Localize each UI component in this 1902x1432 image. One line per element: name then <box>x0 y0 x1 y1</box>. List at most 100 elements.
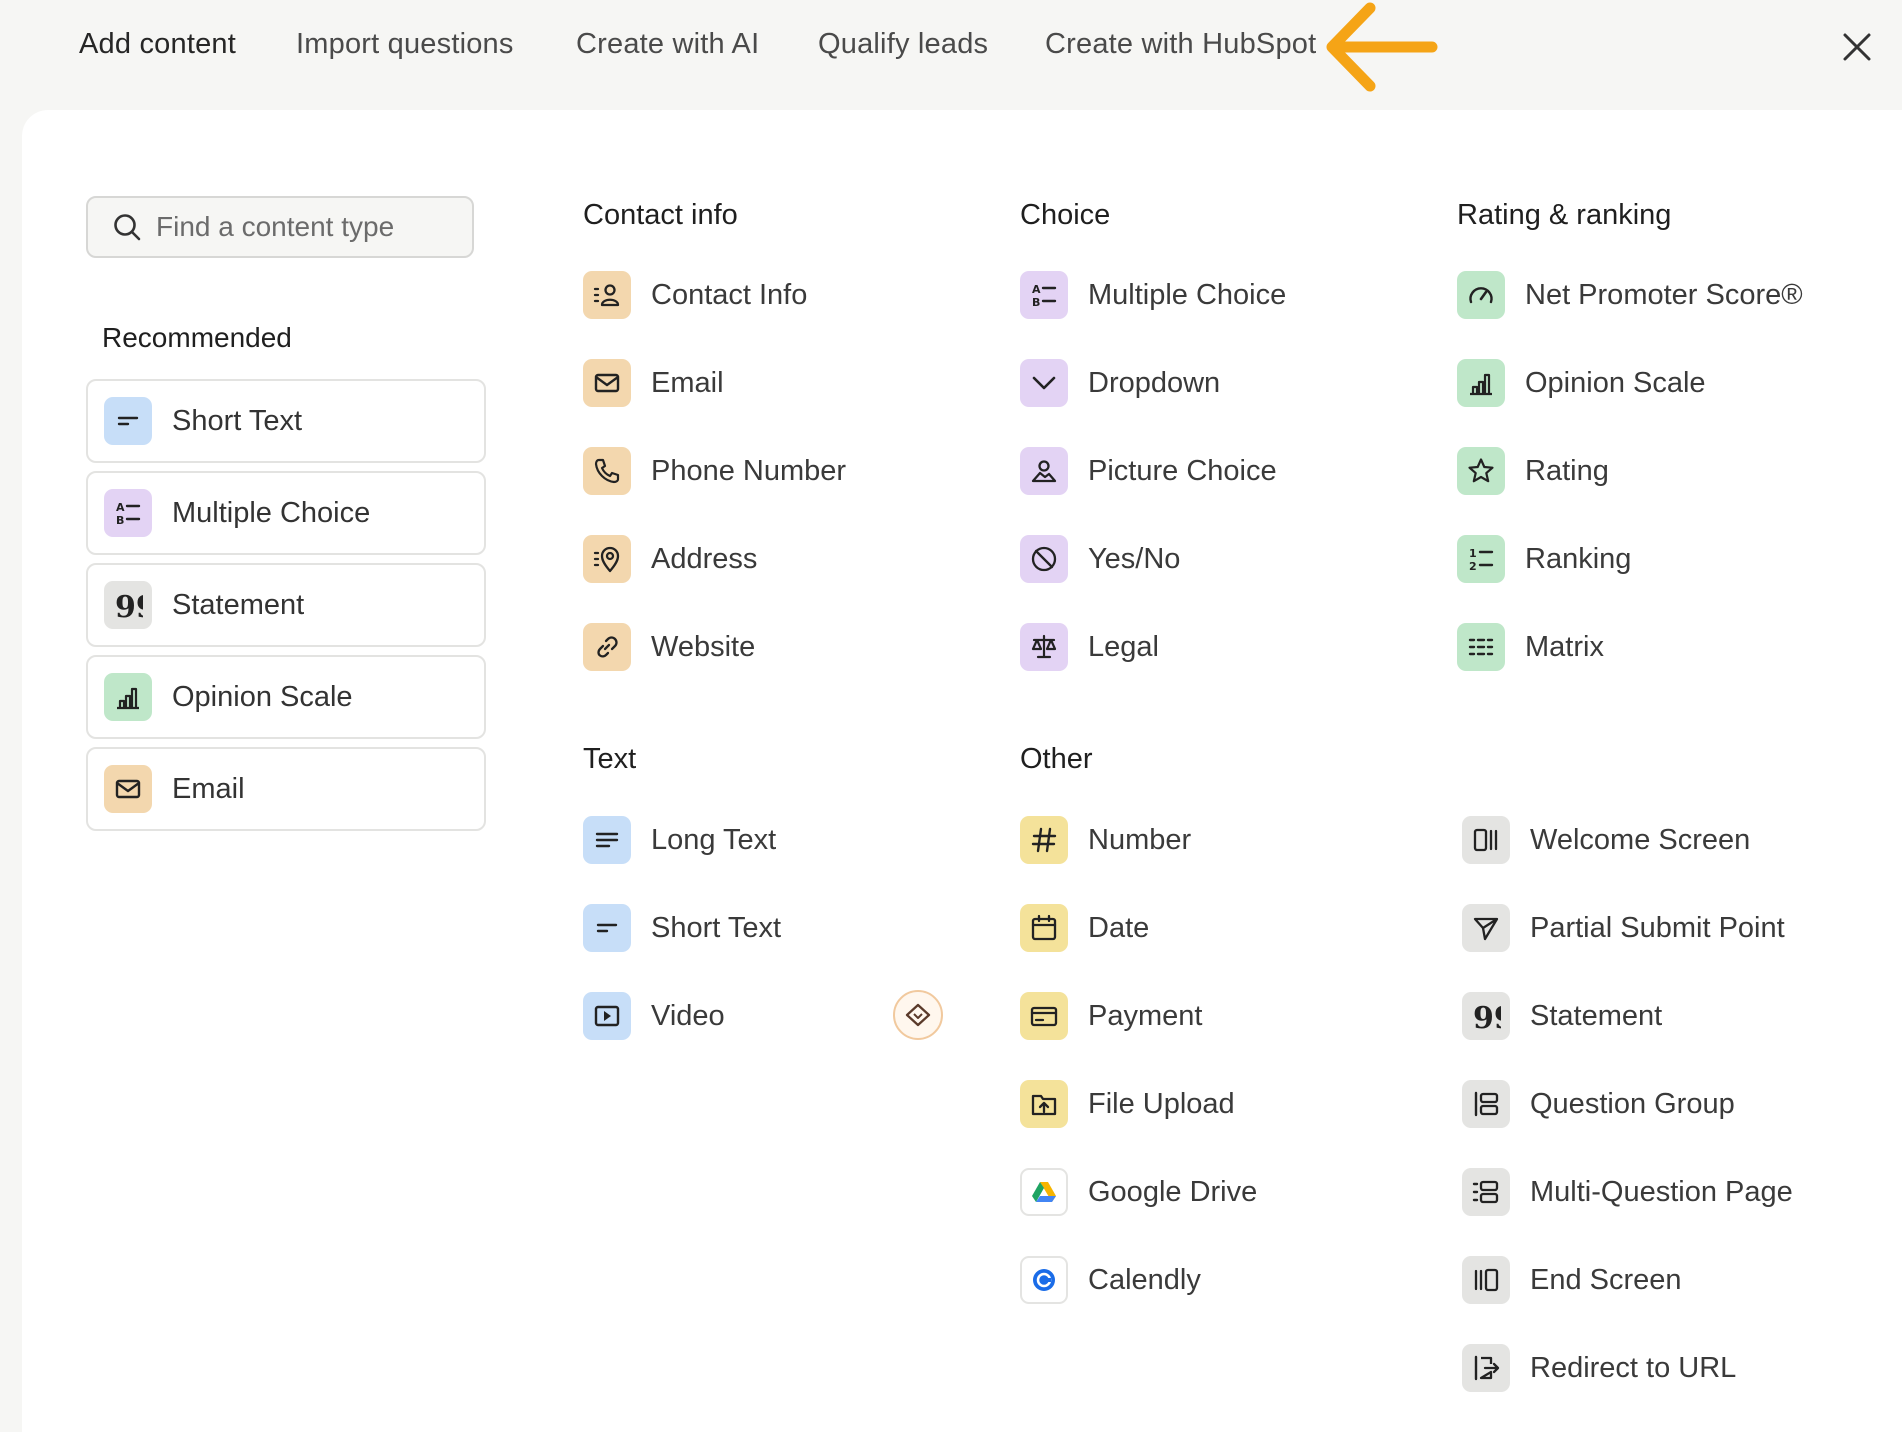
item-file-upload[interactable]: File Upload <box>1020 1079 1235 1129</box>
recommended-item-short-text[interactable]: Short Text <box>86 379 486 463</box>
tab-create-with-hubspot[interactable]: Create with HubSpot <box>1045 28 1316 61</box>
item-statement[interactable]: 99 Statement <box>1462 991 1662 1041</box>
item-email[interactable]: Email <box>583 358 724 408</box>
recommended-item-label: Email <box>172 772 245 805</box>
item-rating[interactable]: Rating <box>1457 446 1609 496</box>
send-icon <box>1462 904 1510 952</box>
star-icon <box>1457 447 1505 495</box>
item-short-text[interactable]: Short Text <box>583 903 781 953</box>
item-label: Welcome Screen <box>1530 823 1751 856</box>
item-label: Redirect to URL <box>1530 1351 1737 1384</box>
item-video[interactable]: Video <box>583 991 725 1041</box>
item-dropdown[interactable]: Dropdown <box>1020 358 1220 408</box>
recommended-item-email[interactable]: Email <box>86 747 486 831</box>
recommended-item-multiple-choice[interactable]: AB Multiple Choice <box>86 471 486 555</box>
phone-icon <box>583 447 631 495</box>
item-label: Contact Info <box>651 278 808 311</box>
recommended-item-opinion-scale[interactable]: Opinion Scale <box>86 655 486 739</box>
tab-add-content[interactable]: Add content <box>79 28 236 61</box>
choice-title: Choice <box>1020 199 1111 231</box>
item-website[interactable]: Website <box>583 622 755 672</box>
item-label: Statement <box>1530 999 1663 1032</box>
link-icon <box>583 623 631 671</box>
item-question-group[interactable]: Question Group <box>1462 1079 1735 1129</box>
item-google-drive[interactable]: Google Drive <box>1020 1167 1257 1217</box>
contact-info-title: Contact info <box>583 199 738 231</box>
item-opinion-scale[interactable]: Opinion Scale <box>1457 358 1706 408</box>
video-icon <box>583 992 631 1040</box>
item-label: Opinion Scale <box>1525 366 1706 399</box>
item-welcome-screen[interactable]: Welcome Screen <box>1462 815 1750 865</box>
recommended-item-statement[interactable]: 99 Statement <box>86 563 486 647</box>
svg-text:A: A <box>1032 283 1041 296</box>
item-label: Date <box>1088 911 1150 944</box>
item-label: Rating <box>1525 454 1609 487</box>
item-ranking[interactable]: 12 Ranking <box>1457 534 1631 584</box>
folder-upload-icon <box>1020 1080 1068 1128</box>
item-label: Email <box>651 366 724 399</box>
item-label: Multiple Choice <box>1088 278 1287 311</box>
item-contact-info[interactable]: Contact Info <box>583 270 807 320</box>
search-box[interactable] <box>86 196 474 258</box>
item-label: Net Promoter Score® <box>1525 278 1803 311</box>
item-legal[interactable]: Legal <box>1020 622 1159 672</box>
item-yes-no[interactable]: Yes/No <box>1020 534 1180 584</box>
item-date[interactable]: Date <box>1020 903 1149 953</box>
quote-icon: 99 <box>1462 992 1510 1040</box>
item-label: Short Text <box>651 911 782 944</box>
search-input[interactable] <box>156 211 456 243</box>
svg-text:99: 99 <box>115 590 143 620</box>
credit-card-icon <box>1020 992 1068 1040</box>
calendly-icon <box>1020 1256 1068 1304</box>
item-label: File Upload <box>1088 1087 1235 1120</box>
item-multi-question-page[interactable]: Multi-Question Page <box>1462 1167 1793 1217</box>
tab-qualify-leads[interactable]: Qualify leads <box>818 28 988 61</box>
item-long-text[interactable]: Long Text <box>583 815 776 865</box>
item-label: Ranking <box>1525 542 1632 575</box>
item-label: Question Group <box>1530 1087 1735 1120</box>
item-redirect-to-url[interactable]: Redirect to URL <box>1462 1343 1736 1393</box>
calendar-icon <box>1020 904 1068 952</box>
item-label: Number <box>1088 823 1192 856</box>
tab-create-with-ai[interactable]: Create with AI <box>576 28 759 61</box>
item-label: Address <box>651 542 758 575</box>
item-label: Payment <box>1088 999 1203 1032</box>
item-multiple-choice[interactable]: AB Multiple Choice <box>1020 270 1286 320</box>
item-picture-choice[interactable]: Picture Choice <box>1020 446 1277 496</box>
item-end-screen[interactable]: End Screen <box>1462 1255 1682 1305</box>
multiple-choice-icon: AB <box>104 489 152 537</box>
bar-chart-icon <box>1457 359 1505 407</box>
gauge-icon <box>1457 271 1505 319</box>
item-label: Matrix <box>1525 630 1604 663</box>
item-partial-submit-point[interactable]: Partial Submit Point <box>1462 903 1785 953</box>
item-number[interactable]: Number <box>1020 815 1191 865</box>
scales-icon <box>1020 623 1068 671</box>
item-label: End Screen <box>1530 1263 1682 1296</box>
close-icon[interactable] <box>1840 30 1874 64</box>
map-pin-icon <box>583 535 631 583</box>
ordered-list-icon: 12 <box>1457 535 1505 583</box>
item-payment[interactable]: Payment <box>1020 991 1202 1041</box>
tab-import-questions[interactable]: Import questions <box>296 28 514 61</box>
multiple-choice-icon: AB <box>1020 271 1068 319</box>
svg-text:2: 2 <box>1469 560 1477 573</box>
item-address[interactable]: Address <box>583 534 757 584</box>
question-group-icon <box>1462 1080 1510 1128</box>
item-phone-number[interactable]: Phone Number <box>583 446 846 496</box>
text-title: Text <box>583 743 637 775</box>
item-label: Picture Choice <box>1088 454 1277 487</box>
envelope-icon <box>104 765 152 813</box>
item-label: Yes/No <box>1088 542 1181 575</box>
yes-no-icon <box>1020 535 1068 583</box>
recommended-item-label: Statement <box>172 588 305 621</box>
recommended-item-label: Short Text <box>172 404 303 437</box>
google-drive-icon <box>1020 1168 1068 1216</box>
item-label: Dropdown <box>1088 366 1221 399</box>
item-net-promoter-score[interactable]: Net Promoter Score® <box>1457 270 1803 320</box>
short-text-icon <box>104 397 152 445</box>
rating-ranking-title: Rating & ranking <box>1457 199 1672 231</box>
contact-card-icon <box>583 271 631 319</box>
item-label: Phone Number <box>651 454 847 487</box>
item-calendly[interactable]: Calendly <box>1020 1255 1201 1305</box>
item-matrix[interactable]: Matrix <box>1457 622 1604 672</box>
